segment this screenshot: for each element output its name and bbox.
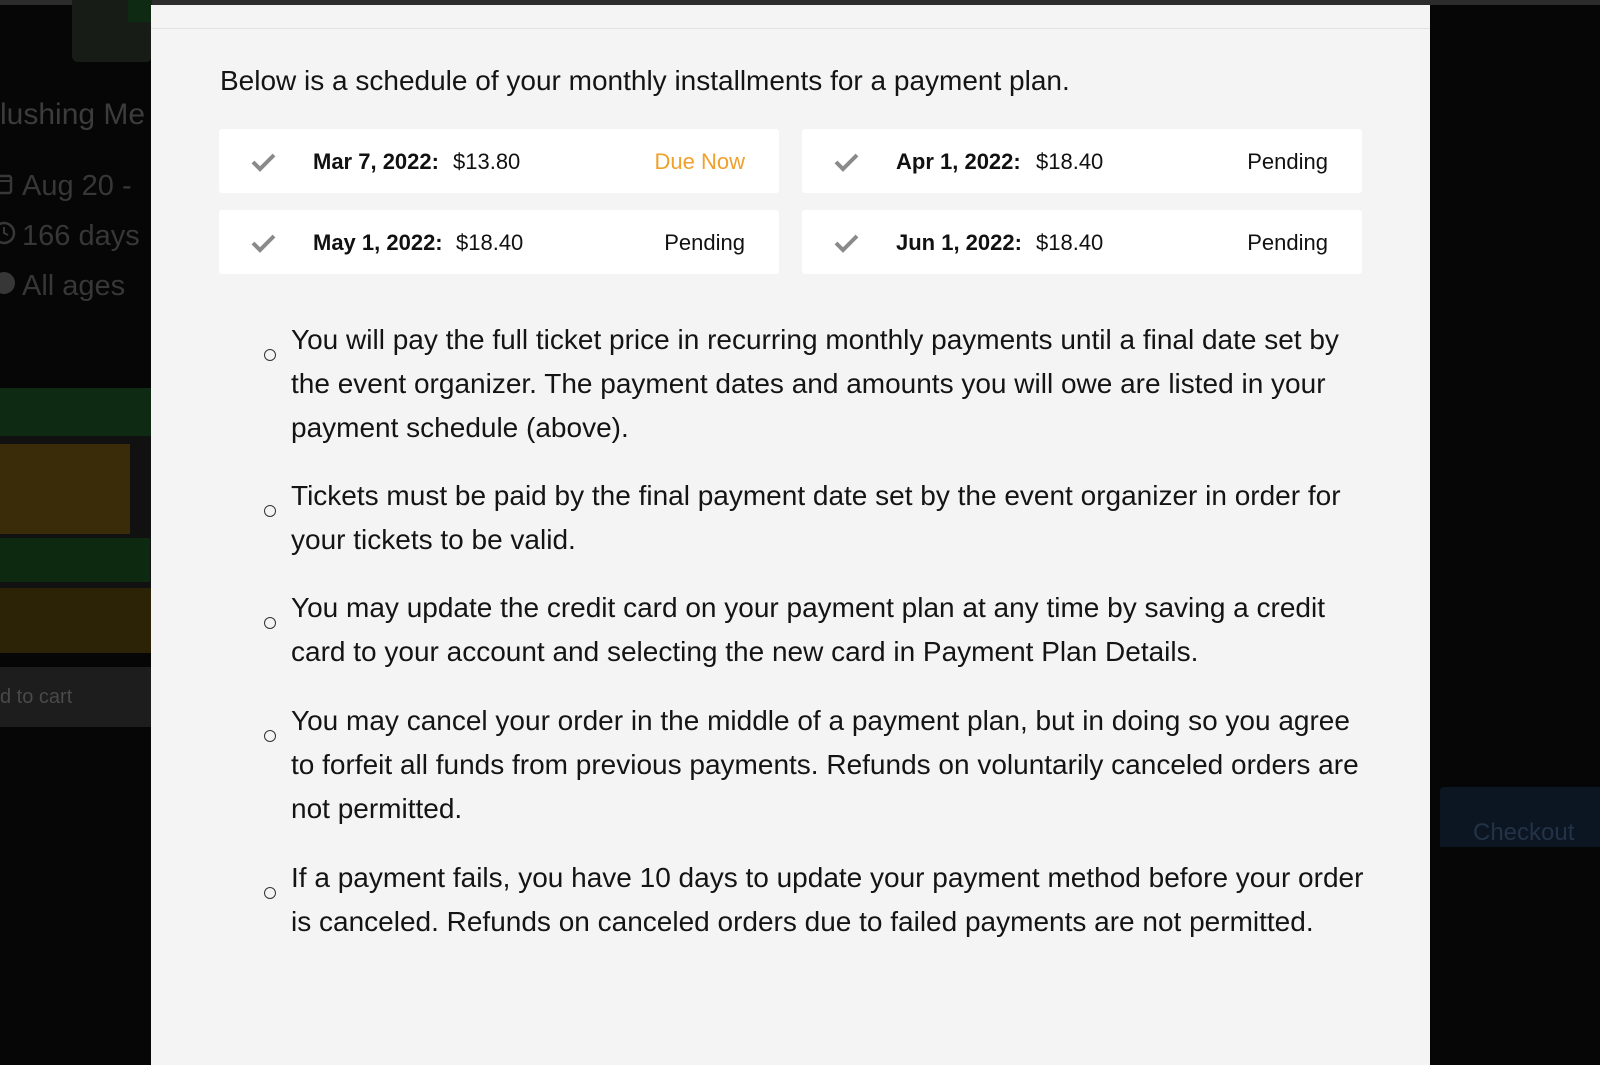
background-date-row: Aug 20 - <box>0 170 132 203</box>
check-icon <box>249 151 279 173</box>
bullet-icon <box>264 887 276 899</box>
clock-icon <box>0 220 16 253</box>
checkout-button[interactable]: Checkout <box>1440 787 1600 847</box>
add-to-cart-button[interactable]: d to cart <box>0 667 152 727</box>
background-duration-row: 166 days <box>0 220 140 253</box>
installment-date: May 1, 2022: <box>313 230 443 255</box>
check-icon <box>832 232 862 254</box>
payment-plan-modal: Below is a schedule of your monthly inst… <box>151 5 1430 1065</box>
term-item: You may update the credit card on your p… <box>291 592 1326 667</box>
schedule-intro-text: Below is a schedule of your monthly inst… <box>220 65 1070 96</box>
background-event-banner <box>0 388 160 653</box>
installment-status: Pending <box>664 230 745 255</box>
bullet-icon <box>264 730 276 742</box>
installment-card: Jun 1, 2022: $18.40 Pending <box>802 210 1362 274</box>
term-item: You may cancel your order in the middle … <box>291 705 1359 824</box>
background-date-text: Aug 20 - <box>22 170 132 202</box>
installment-card: Apr 1, 2022: $18.40 Pending <box>802 129 1362 193</box>
installment-amount: $18.40 <box>1036 230 1104 255</box>
modal-header-divider <box>151 28 1430 29</box>
background-duration-text: 166 days <box>22 220 140 252</box>
installment-status-due-now: Due Now <box>654 149 745 174</box>
background-age-row: All ages <box>0 270 125 303</box>
installment-date: Jun 1, 2022: <box>896 230 1022 255</box>
checkout-label: Checkout <box>1473 819 1575 846</box>
installment-date: Apr 1, 2022: <box>896 149 1021 174</box>
bullet-icon <box>264 505 276 517</box>
background-age-text: All ages <box>22 270 126 302</box>
installment-amount: $18.40 <box>1036 149 1104 174</box>
calendar-icon <box>0 170 14 203</box>
installment-amount: $13.80 <box>453 149 521 174</box>
check-icon <box>832 151 862 173</box>
term-item: Tickets must be paid by the final paymen… <box>291 480 1341 555</box>
installment-status: Pending <box>1247 149 1328 174</box>
installment-card: May 1, 2022: $18.40 Pending <box>219 210 779 274</box>
term-item: If a payment fails, you have 10 days to … <box>291 862 1364 937</box>
bullet-icon <box>264 617 276 629</box>
background-logo-accent <box>128 0 152 22</box>
installment-card: Mar 7, 2022: $13.80 Due Now <box>219 129 779 193</box>
check-icon <box>249 232 279 254</box>
bullet-icon <box>264 349 276 361</box>
installment-status: Pending <box>1247 230 1328 255</box>
term-item: You will pay the full ticket price in re… <box>291 324 1339 443</box>
background-event-title: lushing Me <box>0 98 146 131</box>
installment-amount: $18.40 <box>456 230 524 255</box>
installment-date: Mar 7, 2022: <box>313 149 439 174</box>
age-icon <box>0 270 15 303</box>
